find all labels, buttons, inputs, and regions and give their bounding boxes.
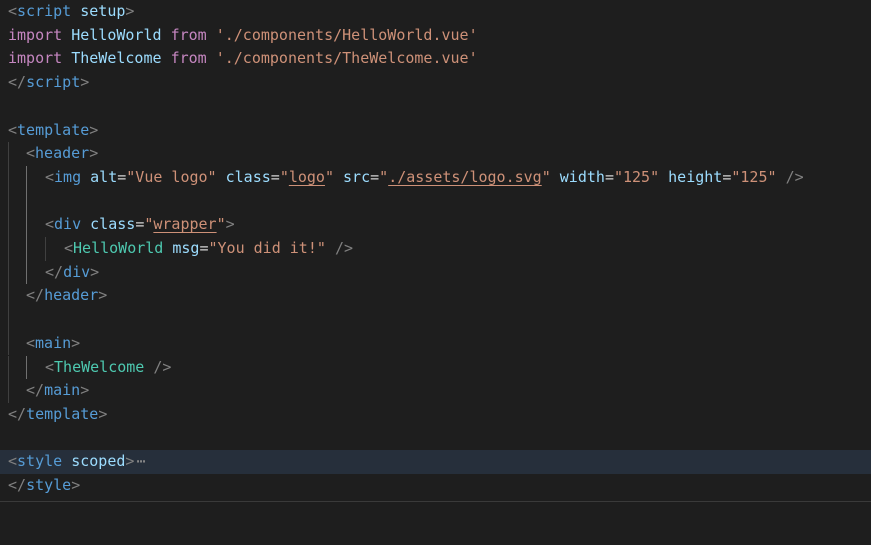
div-close-tag: div [63,262,91,281]
header-close-tag: header [44,286,99,305]
self-close: /> [153,357,172,376]
helloworld-component: HelloWorld [73,239,164,257]
import-keyword: import [8,49,63,68]
setup-attr: setup [80,2,126,20]
indent-guide [45,237,46,261]
div-tag: div [54,215,82,234]
indent-guide [26,165,27,190]
header-tag: header [35,144,90,163]
class-attr: class [90,215,136,234]
code-line[interactable]: <script setup> [0,0,871,24]
thewelcome-import-ident: TheWelcome [71,49,162,68]
code-line[interactable] [0,95,871,119]
code-line[interactable]: </script> [0,71,871,95]
code-line[interactable]: <TheWelcome /> [0,355,871,380]
wrapper-class-link[interactable]: wrapper [153,215,216,233]
indent-guide [8,355,9,380]
indent-guide [26,260,27,285]
code-line[interactable]: </main> [0,379,871,403]
main-close-tag: main [44,381,81,400]
helloworld-path: './components/HelloWorld.vue' [215,25,478,44]
indent-guide [8,189,9,214]
indent-guide [8,260,9,285]
code-line[interactable]: </div> [0,260,871,285]
logo-class-link[interactable]: logo [289,168,325,186]
code-editor[interactable]: <script setup> import HelloWorld from '.… [0,0,871,506]
folded-region-ellipsis-icon[interactable]: ⋯ [136,452,145,470]
code-line[interactable]: </style> [0,474,871,498]
height-value: "125" [731,167,777,186]
template-tag: template [17,120,90,139]
alt-value: "Vue logo" [126,167,217,186]
from-keyword: from [170,25,207,44]
code-line[interactable]: <img alt="Vue logo" class="logo" src="./… [0,165,871,190]
style-tag: style [17,452,63,471]
alt-attr: alt [90,167,118,186]
import-keyword: import [8,25,63,44]
code-line[interactable]: <main> [0,331,871,356]
width-attr: width [559,167,605,186]
msg-attr: msg [172,239,200,257]
indent-guide [8,237,9,261]
main-tag: main [35,333,72,352]
src-attr: src [343,167,371,186]
self-close: /> [334,239,353,257]
indent-guide [8,379,9,403]
script-close-tag: script [26,73,81,92]
helloworld-import-ident: HelloWorld [71,25,162,44]
code-line[interactable]: import TheWelcome from './components/The… [0,47,871,71]
indent-guide [8,213,9,237]
height-attr: height [668,167,723,186]
img-tag: img [54,167,82,186]
from-keyword: from [170,49,207,68]
self-close: /> [785,167,804,186]
template-close-tag: template [26,404,99,423]
code-line[interactable] [0,427,871,451]
current-line[interactable]: <style scoped> ⋯ [0,450,871,474]
script-tag: script [17,2,72,20]
code-line[interactable]: import HelloWorld from './components/Hel… [0,24,871,48]
indent-guide [26,355,27,380]
class-attr: class [225,167,271,186]
msg-value: "You did it!" [208,239,326,257]
indent-guide [26,189,27,214]
width-value: "125" [613,167,660,186]
indent-guide [26,213,27,237]
code-line[interactable]: <template> [0,119,871,143]
divider [0,501,871,502]
indent-guide [8,284,9,309]
code-line[interactable]: <div class="wrapper"> [0,213,871,237]
code-line[interactable]: </header> [0,284,871,309]
thewelcome-component: TheWelcome [54,357,145,376]
indent-guide [8,308,9,332]
scoped-attr: scoped [71,452,126,471]
code-line[interactable]: <header> [0,142,871,166]
code-line[interactable] [0,308,871,332]
src-path-link[interactable]: ./assets/logo.svg [388,168,542,186]
style-close-tag: style [26,476,72,494]
code-line[interactable]: </template> [0,403,871,427]
thewelcome-path: './components/TheWelcome.vue' [215,49,478,68]
indent-guide [8,142,9,166]
code-line[interactable] [0,189,871,214]
indent-guide [8,165,9,190]
indent-guide [26,237,27,261]
indent-guide [8,331,9,356]
code-line[interactable]: <HelloWorld msg="You did it!" /> [0,237,871,261]
